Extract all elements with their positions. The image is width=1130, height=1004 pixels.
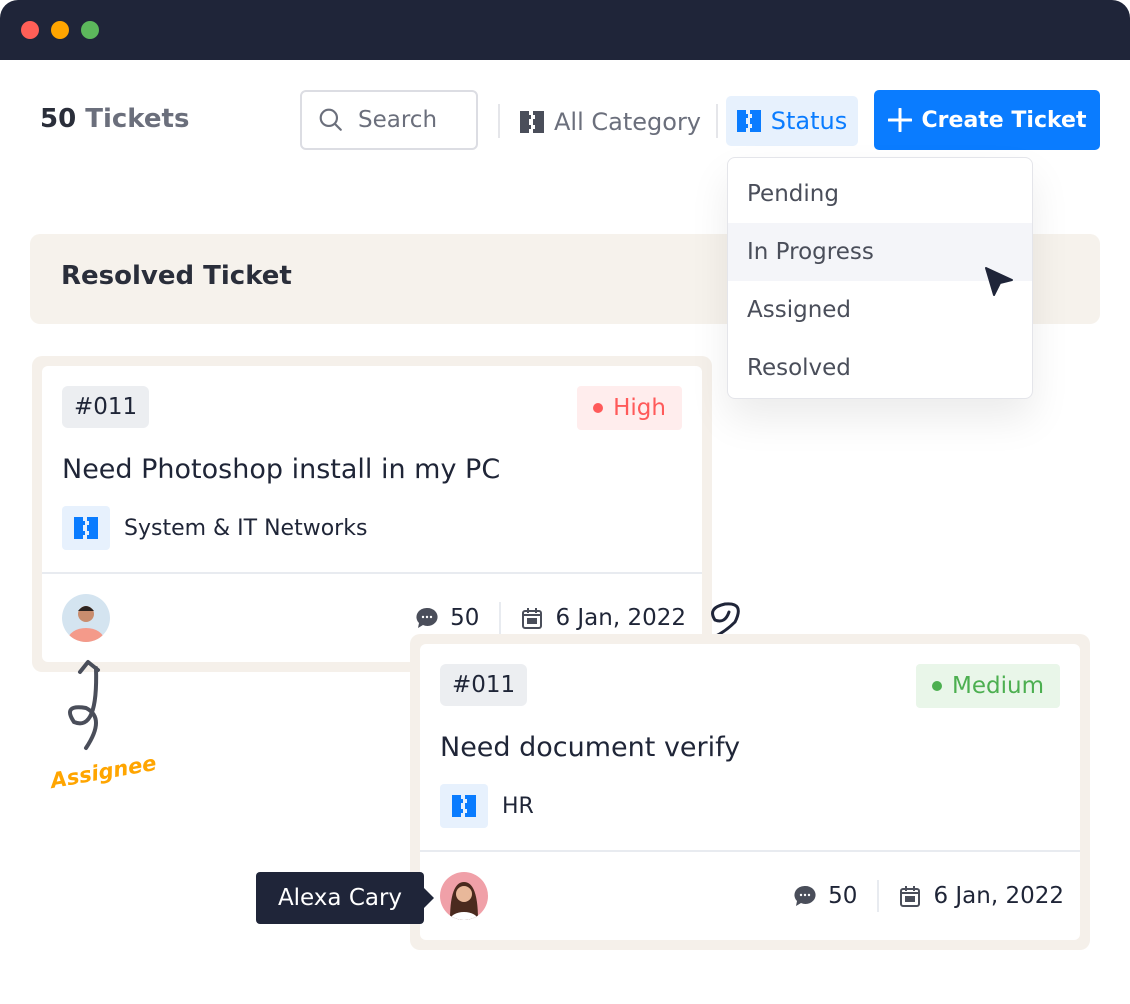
section-title: Resolved Ticket [61, 261, 292, 291]
close-window-button[interactable] [21, 21, 39, 39]
divider [420, 850, 1080, 852]
ticket-title: Need document verify [440, 732, 741, 763]
ticket-icon [62, 506, 110, 550]
search-icon [319, 108, 342, 131]
calendar-icon [522, 608, 543, 629]
status-option-pending[interactable]: Pending [728, 165, 1032, 223]
plus-icon [887, 108, 912, 132]
status-filter-label: Status [770, 107, 848, 135]
ticket-category: System & IT Networks [124, 515, 368, 541]
status-option-resolved[interactable]: Resolved [728, 339, 1032, 397]
search-input[interactable]: Search [300, 90, 478, 150]
ticket-card[interactable]: #011 High Need Photoshop install in my P… [32, 356, 712, 672]
count-number: 50 [40, 104, 77, 134]
ticket-category: HR [502, 793, 534, 819]
priority-label: Medium [952, 673, 1044, 699]
category-filter-label: All Category [554, 108, 702, 136]
ticket-title: Need Photoshop install in my PC [62, 454, 501, 485]
status-filter[interactable]: Status [726, 96, 858, 146]
count-label: Tickets [85, 104, 190, 134]
ticket-count: 50 Tickets [40, 104, 189, 134]
ticket-date: 6 Jan, 2022 [933, 883, 1064, 909]
ticket-card[interactable]: #011 Medium Need document verify HR 50 6… [410, 634, 1090, 950]
search-placeholder: Search [358, 107, 438, 133]
assignee-tooltip: Alexa Cary [256, 872, 434, 924]
ticket-id: #011 [440, 664, 528, 706]
category-filter[interactable]: All Category [520, 108, 701, 136]
maximize-window-button[interactable] [81, 21, 99, 39]
minimize-window-button[interactable] [51, 21, 69, 39]
assignee-avatar[interactable] [62, 594, 110, 642]
calendar-icon [900, 886, 921, 907]
comment-count: 50 [450, 605, 480, 631]
tooltip-text: Alexa Cary [277, 885, 403, 911]
priority-badge: Medium [916, 664, 1060, 708]
divider [716, 104, 718, 138]
assignee-annotation: Assignee [48, 750, 159, 794]
priority-label: High [613, 395, 666, 421]
ticket-icon [440, 784, 488, 828]
create-ticket-label: Create Ticket [921, 107, 1087, 133]
divider [498, 104, 500, 138]
ticket-icon [736, 110, 761, 132]
ticket-icon [520, 111, 544, 133]
ticket-id: #011 [62, 386, 150, 428]
assignee-avatar[interactable] [440, 872, 488, 920]
window-titlebar [0, 0, 1130, 60]
arrow-decoration [68, 660, 100, 750]
create-ticket-button[interactable]: Create Ticket [874, 90, 1100, 150]
divider [42, 572, 702, 574]
comment-icon [416, 607, 438, 628]
cursor-icon [985, 267, 1013, 296]
comment-icon [794, 885, 816, 906]
comment-count: 50 [828, 883, 858, 909]
priority-badge: High [577, 386, 682, 430]
